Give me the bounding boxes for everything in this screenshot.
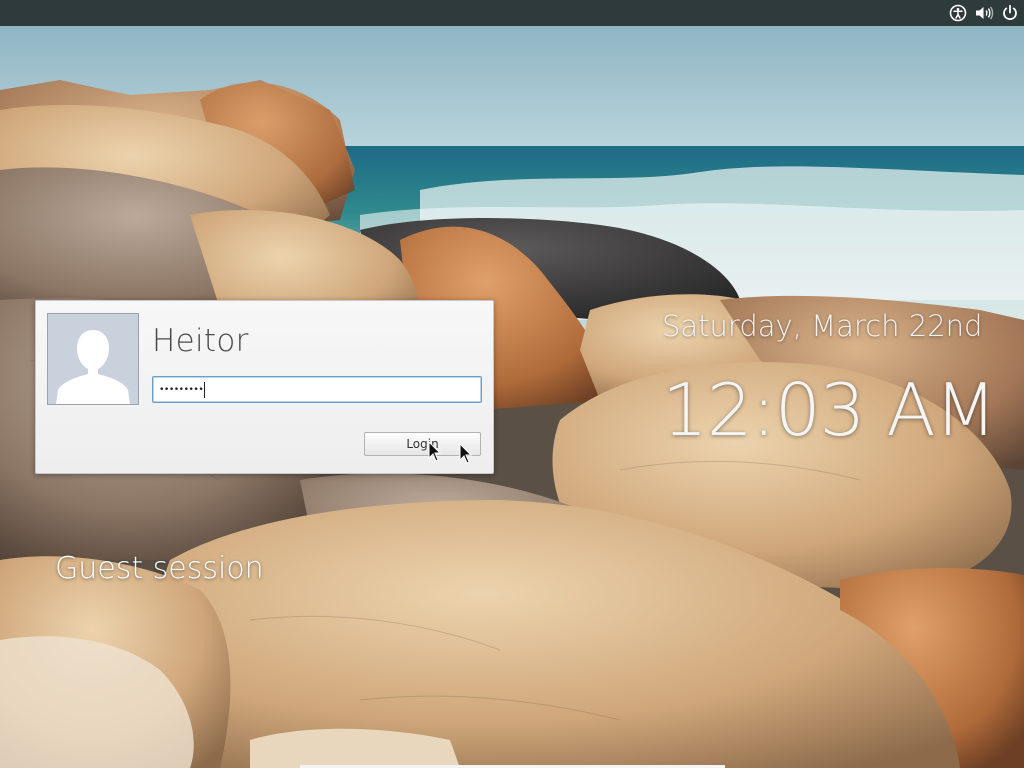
text-caret — [204, 381, 206, 398]
username-label: Heitor — [152, 323, 249, 359]
mouse-pointer-icon — [459, 443, 473, 464]
volume-icon[interactable] — [974, 3, 994, 23]
avatar — [47, 313, 139, 405]
password-mask: ••••••••• — [159, 384, 204, 395]
user-silhouette-icon — [48, 314, 138, 404]
power-icon[interactable] — [1000, 3, 1020, 23]
date-label: Saturday, March 22nd — [662, 309, 983, 343]
login-dialog: Heitor ••••••••• Login — [35, 300, 494, 474]
top-panel — [0, 0, 1024, 26]
login-screen: Heitor ••••••••• Login Saturday, March 2… — [0, 0, 1024, 768]
accessibility-icon[interactable] — [948, 3, 968, 23]
guest-session-button[interactable]: Guest session — [55, 551, 264, 586]
time-label: 12:03 AM — [662, 368, 997, 452]
password-field[interactable]: ••••••••• — [152, 376, 482, 403]
mouse-pointer-icon — [428, 441, 442, 462]
